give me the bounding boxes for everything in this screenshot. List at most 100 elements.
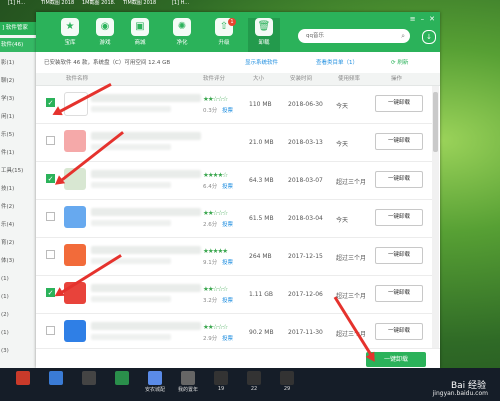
nav-item[interactable]: ✺ 净化 xyxy=(166,18,198,50)
uninstall-button[interactable]: 一键卸载 xyxy=(375,133,423,150)
search-input[interactable]: qq音乐 ⌕ xyxy=(298,29,410,43)
vote-link[interactable]: 投票 xyxy=(222,296,233,304)
refresh-button[interactable]: ⟳ 刷新 xyxy=(391,56,408,70)
sidebar-category[interactable]: (1) xyxy=(0,326,36,340)
download-icon[interactable]: ↓ xyxy=(422,30,436,44)
sidebar-category[interactable]: 件(1) xyxy=(0,146,36,160)
sidebar-category[interactable]: (1) xyxy=(0,290,36,304)
taskbar: 安农城配 我的置年 19 22 29 xyxy=(0,368,500,401)
taskbar-item[interactable]: 22 xyxy=(239,370,269,398)
taskbar-item[interactable] xyxy=(8,370,38,398)
app-desc-blurred xyxy=(91,106,171,112)
table-row[interactable]: 21.0 MB 2018-03-13 今天 一键卸载 xyxy=(36,124,432,162)
sidebar-category[interactable]: (3) xyxy=(0,344,36,358)
table-header: 软件名称 软件评分 大小 安装时间 使用频率 操作 xyxy=(36,73,440,86)
minimize-icon[interactable]: – xyxy=(421,15,425,23)
rating-stars: ★★☆☆☆ xyxy=(203,209,228,217)
install-date: 2018-06-30 xyxy=(288,101,323,108)
rating-score: 0.3分 xyxy=(203,108,218,114)
table-row[interactable]: ✓ ★★★★☆ 6.4分 投票 64.3 MB 2018-03-07 超过三个月 一键卸载 xyxy=(36,162,432,200)
sidebar-category[interactable]: 影(1) xyxy=(0,56,36,70)
taskbar-app-icon xyxy=(280,371,294,385)
sidebar-category[interactable]: (1) xyxy=(0,272,36,286)
app-size: 90.2 MB xyxy=(249,329,274,336)
taskbar-item[interactable]: 安农城配 xyxy=(140,370,170,398)
uninstall-button[interactable]: 一键卸载 xyxy=(375,95,423,112)
sidebar-category[interactable]: 软件(46) xyxy=(0,38,36,52)
taskbar-label: 22 xyxy=(250,386,258,392)
taskbar-item[interactable]: 我的置年 xyxy=(173,370,203,398)
nav-label: 宝库 xyxy=(64,40,76,46)
sidebar-category[interactable]: 工具(15) xyxy=(0,164,36,178)
rating-score: 2.9分 xyxy=(203,336,218,342)
sidebar-category[interactable]: (2) xyxy=(0,308,36,322)
install-date: 2018-03-13 xyxy=(288,139,323,146)
usage-frequency: 超过三个月 xyxy=(336,255,367,262)
taskbar-item[interactable] xyxy=(107,370,137,398)
uninstall-button[interactable]: 一键卸载 xyxy=(375,285,423,302)
nav-item[interactable]: ⇧ 升级 1 xyxy=(208,18,240,50)
sidebar-title: ] 软件管家 xyxy=(0,22,36,35)
taskbar-item[interactable] xyxy=(74,370,104,398)
sidebar-category[interactable]: 闲(1) xyxy=(0,110,36,124)
nav-label: 净化 xyxy=(176,40,188,46)
sidebar-category[interactable]: 乐(4) xyxy=(0,218,36,232)
row-checkbox[interactable] xyxy=(46,212,55,221)
usage-frequency: 今天 xyxy=(336,217,349,224)
app-name-blurred xyxy=(91,132,201,140)
sidebar-category[interactable]: 聊(2) xyxy=(0,74,36,88)
vote-link[interactable]: 投票 xyxy=(222,182,233,190)
table-row[interactable]: ✓ ★★☆☆☆ 3.2分 投票 1.11 GB 2017-12-06 超过三个月 一键卸载 xyxy=(36,276,432,314)
vote-link[interactable]: 投票 xyxy=(222,334,233,342)
nav-item[interactable]: ▣ 商城 xyxy=(124,18,156,50)
taskbar-item[interactable]: 29 xyxy=(272,370,302,398)
close-icon[interactable]: ✕ xyxy=(429,15,435,23)
install-date: 2017-12-15 xyxy=(288,253,323,260)
sidebar-category[interactable]: 学(3) xyxy=(0,92,36,106)
row-checkbox[interactable] xyxy=(46,136,55,145)
table-row[interactable]: ★★☆☆☆ 2.6分 投票 61.5 MB 2018-03-04 今天 一键卸载 xyxy=(36,200,432,238)
usage-frequency: 今天 xyxy=(336,141,349,148)
app-icon xyxy=(64,244,86,266)
column-header[interactable]: 安装时间 xyxy=(290,73,312,85)
uninstall-button[interactable]: 一键卸载 xyxy=(375,171,423,188)
table-row[interactable]: ★★☆☆☆ 2.9分 投票 90.2 MB 2017-11-30 超过三个月 一键卸载 xyxy=(36,314,432,352)
sidebar-category[interactable]: 体(3) xyxy=(0,254,36,268)
show-system-software-link[interactable]: 显示系统软件 xyxy=(245,56,278,70)
column-header[interactable]: 软件评分 xyxy=(203,73,225,85)
scrollbar[interactable] xyxy=(432,86,439,351)
group-view-link[interactable]: 查看类目单（1） xyxy=(316,56,358,70)
row-checkbox[interactable]: ✓ xyxy=(46,98,55,107)
menu-icon[interactable]: ≡ xyxy=(410,15,416,23)
nav-item[interactable]: ★ 宝库 xyxy=(54,18,86,50)
search-icon[interactable]: ⌕ xyxy=(401,31,405,41)
taskbar-item[interactable] xyxy=(41,370,71,398)
column-header[interactable]: 使用频率 xyxy=(338,73,360,85)
vote-link[interactable]: 投票 xyxy=(222,220,233,228)
nav-uninstall[interactable]: 🗑 卸载 xyxy=(248,18,280,52)
desktop-icon[interactable]: [1] H... xyxy=(0,0,33,16)
vote-link[interactable]: 投票 xyxy=(222,106,233,114)
row-checkbox[interactable] xyxy=(46,250,55,259)
install-date: 2018-03-07 xyxy=(288,177,323,184)
taskbar-item[interactable]: 19 xyxy=(206,370,236,398)
column-header[interactable]: 大小 xyxy=(253,73,264,85)
uninstall-button[interactable]: 一键卸载 xyxy=(375,247,423,264)
row-checkbox[interactable] xyxy=(46,326,55,335)
update-badge: 1 xyxy=(228,18,236,26)
sidebar-category[interactable]: 育(2) xyxy=(0,236,36,250)
uninstall-button[interactable]: 一键卸载 xyxy=(375,323,423,340)
sidebar-category[interactable]: 技(1) xyxy=(0,182,36,196)
app-size: 61.5 MB xyxy=(249,215,274,222)
app-name-blurred xyxy=(91,208,201,216)
nav-label: 卸载 xyxy=(258,40,270,46)
nav-item[interactable]: ◉ 游戏 xyxy=(89,18,121,50)
taskbar-label: 19 xyxy=(217,386,225,392)
sidebar-category[interactable]: 乐(5) xyxy=(0,128,36,142)
taskbar-app-icon xyxy=(214,371,228,385)
uninstall-button[interactable]: 一键卸载 xyxy=(375,209,423,226)
vote-link[interactable]: 投票 xyxy=(222,258,233,266)
nav-label: 游戏 xyxy=(99,40,111,46)
scrollbar-thumb[interactable] xyxy=(433,92,438,152)
sidebar-category[interactable]: 件(2) xyxy=(0,200,36,214)
